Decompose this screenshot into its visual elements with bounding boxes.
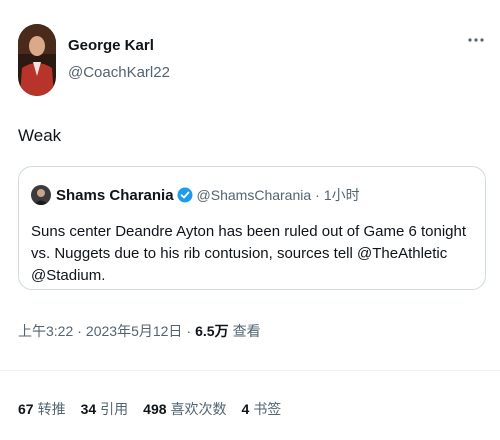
quoted-tweet[interactable]: Shams Charania @ShamsCharania · 1小时 Suns… — [18, 166, 486, 290]
tweet-meta: 上午3:22 · 2023年5月12日 · 6.5万 查看 — [18, 321, 261, 341]
likes-label: 喜欢次数 — [170, 401, 227, 417]
separator-dot: · — [315, 187, 320, 203]
author-avatar[interactable] — [18, 24, 56, 96]
quotes-label: 引用 — [100, 401, 129, 417]
views-label: 查看 — [232, 323, 261, 339]
quoted-author-avatar[interactable] — [31, 185, 51, 205]
tweet-text: Weak — [18, 126, 62, 145]
tweet-time[interactable]: 上午3:22 — [18, 321, 73, 341]
likes-count: 498 — [143, 401, 167, 417]
author-name[interactable]: George Karl — [68, 37, 154, 54]
quoted-author-name[interactable]: Shams Charania — [56, 187, 174, 204]
tweet-date[interactable]: 2023年5月12日 — [86, 321, 183, 341]
bookmarks-label: 书签 — [253, 401, 282, 417]
retweets-count: 67 — [18, 401, 34, 417]
tweet-header: George Karl @CoachKarl22 — [18, 24, 488, 100]
quotes-count: 34 — [80, 401, 97, 417]
retweets-stat[interactable]: 67 转推 — [18, 399, 66, 419]
views-count: 6.5万 — [195, 323, 229, 339]
quoted-tweet-text: Suns center Deandre Ayton has been ruled… — [31, 223, 467, 284]
verified-badge-icon — [177, 187, 193, 203]
quoted-author-handle[interactable]: @ShamsCharania — [197, 187, 312, 203]
separator-dot: · — [186, 323, 192, 339]
author-handle[interactable]: @CoachKarl22 — [68, 64, 170, 81]
likes-stat[interactable]: 498 喜欢次数 — [143, 399, 226, 419]
engagement-stats: 67 转推 34 引用 498 喜欢次数 4 书签 — [18, 399, 296, 419]
separator-dot: · — [77, 323, 82, 339]
retweets-label: 转推 — [37, 401, 66, 417]
bookmarks-stat[interactable]: 4 书签 — [242, 399, 282, 419]
quoted-tweet-header: Shams Charania @ShamsCharania · 1小时 — [31, 185, 364, 205]
quoted-timestamp[interactable]: 1小时 — [324, 185, 360, 205]
more-horizontal-icon[interactable] — [464, 32, 488, 48]
bookmarks-count: 4 — [241, 401, 250, 417]
quotes-stat[interactable]: 34 引用 — [81, 399, 129, 419]
divider — [0, 370, 500, 371]
